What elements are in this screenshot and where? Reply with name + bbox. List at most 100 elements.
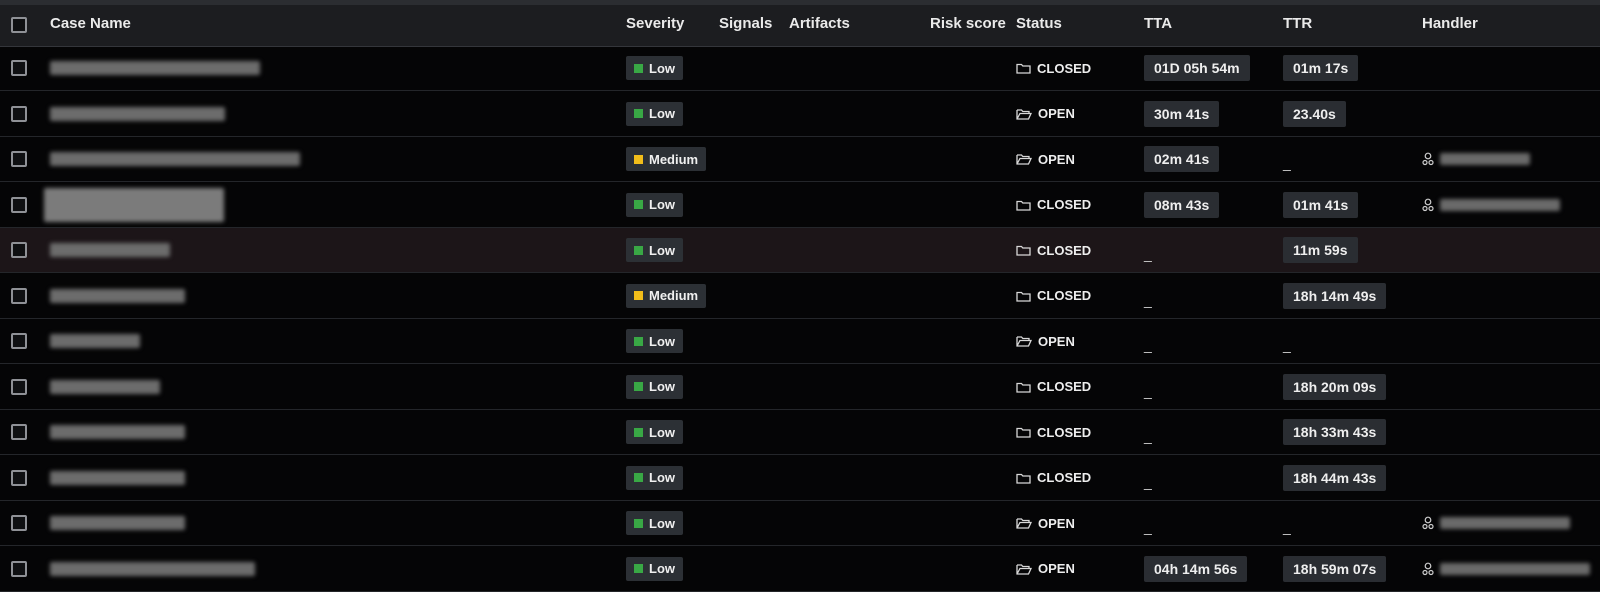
- handler-name-redacted: [1440, 517, 1570, 529]
- row-checkbox[interactable]: [11, 515, 27, 531]
- severity-label: Low: [649, 197, 675, 212]
- severity-color-icon: [634, 291, 643, 300]
- ttr-value: 23.40s: [1283, 100, 1346, 127]
- status-label: OPEN: [1038, 151, 1075, 167]
- col-artifacts[interactable]: Artifacts: [789, 15, 850, 32]
- row-checkbox[interactable]: [11, 242, 27, 258]
- status-label: OPEN: [1038, 515, 1075, 531]
- table-row[interactable]: Medium CLOSED _ 18h 14m 49s: [0, 274, 1600, 319]
- table-row[interactable]: Low OPEN _ _: [0, 501, 1600, 546]
- handler[interactable]: [1422, 516, 1570, 530]
- handler[interactable]: [1422, 562, 1590, 576]
- table-row[interactable]: Low CLOSED _ 18h 33m 43s: [0, 410, 1600, 455]
- row-checkbox[interactable]: [11, 287, 27, 304]
- table-row[interactable]: Low OPEN _ _: [0, 319, 1600, 364]
- table-row[interactable]: Low CLOSED 08m 43s 01m 41s: [0, 183, 1600, 228]
- table-row[interactable]: Low CLOSED 01D 05h 54m 01m 17s: [0, 46, 1600, 91]
- table-row[interactable]: Low OPEN 04h 14m 56s 18h 59m 07s: [0, 547, 1600, 592]
- severity-label: Low: [649, 470, 675, 485]
- table-row[interactable]: Low CLOSED _ 11m 59s: [0, 228, 1600, 273]
- col-status[interactable]: Status: [1016, 15, 1062, 32]
- table-row[interactable]: Low CLOSED _ 18h 44m 43s: [0, 456, 1600, 501]
- severity-label: Medium: [649, 288, 699, 303]
- case-name-redacted[interactable]: [50, 319, 140, 363]
- status-indicator: CLOSED: [1016, 470, 1091, 485]
- table-row[interactable]: Low OPEN 30m 41s 23.40s: [0, 92, 1600, 137]
- status-indicator: CLOSED: [1016, 425, 1091, 440]
- row-checkbox[interactable]: [11, 105, 27, 122]
- col-risk-score[interactable]: Risk score: [930, 15, 1006, 32]
- user-icon: [1422, 516, 1434, 530]
- ttr-value: _: [1283, 337, 1291, 353]
- status-indicator: OPEN: [1016, 561, 1075, 576]
- folder-closed-icon: [1016, 291, 1031, 302]
- tta-value: 02m 41s: [1144, 146, 1220, 172]
- table-row[interactable]: Medium OPEN 02m 41s _: [0, 137, 1600, 182]
- case-name-redacted[interactable]: [50, 547, 255, 591]
- severity-badge: Low: [626, 329, 683, 353]
- folder-open-icon: [1016, 518, 1032, 529]
- status-label: CLOSED: [1037, 424, 1092, 440]
- user-icon: [1422, 198, 1434, 211]
- severity-badge: Medium: [626, 147, 707, 171]
- col-case-name[interactable]: Case Name: [50, 15, 131, 32]
- case-name-redacted[interactable]: [50, 228, 170, 272]
- folder-open-icon: [1016, 563, 1032, 575]
- severity-label: Low: [649, 561, 675, 576]
- severity-color-icon: [634, 518, 643, 528]
- status-indicator: OPEN: [1016, 334, 1075, 349]
- table-row[interactable]: Low CLOSED _ 18h 20m 09s: [0, 365, 1600, 410]
- severity-badge: Low: [626, 556, 683, 581]
- ttr-value: 18h 59m 07s: [1283, 555, 1387, 582]
- col-signals[interactable]: Signals: [719, 15, 772, 32]
- table-header: Case Name Severity Signals Artifacts Ris…: [0, 5, 1600, 47]
- folder-closed-icon: [1016, 473, 1031, 484]
- row-checkbox[interactable]: [11, 424, 27, 440]
- case-name-redacted[interactable]: [50, 501, 185, 545]
- handler[interactable]: [1422, 198, 1560, 212]
- col-severity[interactable]: Severity: [626, 15, 684, 32]
- case-name-redacted[interactable]: [44, 183, 224, 227]
- case-name-redacted[interactable]: [50, 92, 225, 136]
- ttr-value: 01m 17s: [1283, 55, 1359, 81]
- severity-badge: Low: [626, 374, 683, 399]
- severity-label: Low: [649, 60, 675, 76]
- tta-value: _: [1144, 291, 1152, 308]
- tta-value: 01D 05h 54m: [1144, 55, 1250, 81]
- ttr-value: 01m 41s: [1283, 191, 1359, 218]
- row-checkbox[interactable]: [11, 469, 27, 486]
- case-name-redacted[interactable]: [50, 137, 300, 181]
- status-label: CLOSED: [1037, 470, 1092, 485]
- col-handler[interactable]: Handler: [1422, 15, 1478, 32]
- row-checkbox[interactable]: [11, 196, 27, 213]
- case-name-redacted[interactable]: [50, 274, 185, 318]
- status-label: OPEN: [1038, 106, 1075, 121]
- select-all-checkbox[interactable]: [11, 17, 27, 33]
- case-name-redacted[interactable]: [50, 46, 260, 90]
- col-tta[interactable]: TTA: [1144, 15, 1172, 32]
- tta-value: _: [1144, 519, 1152, 535]
- case-name-redacted[interactable]: [50, 365, 160, 409]
- col-ttr[interactable]: TTR: [1283, 15, 1312, 32]
- ttr-value: 18h 20m 09s: [1283, 373, 1387, 400]
- handler-name-redacted: [1440, 562, 1590, 575]
- severity-color-icon: [634, 427, 643, 437]
- severity-label: Low: [649, 106, 675, 121]
- row-checkbox[interactable]: [11, 151, 27, 167]
- status-indicator: OPEN: [1016, 152, 1075, 167]
- row-checkbox[interactable]: [11, 333, 27, 349]
- handler[interactable]: [1422, 152, 1530, 166]
- severity-color-icon: [634, 473, 643, 482]
- ttr-value: 18h 33m 43s: [1283, 419, 1387, 445]
- tta-value: _: [1144, 473, 1152, 490]
- folder-closed-icon: [1016, 200, 1031, 211]
- folder-open-icon: [1016, 154, 1032, 165]
- row-checkbox[interactable]: [11, 378, 27, 395]
- status-label: CLOSED: [1037, 288, 1092, 303]
- row-checkbox[interactable]: [11, 60, 27, 76]
- case-name-redacted[interactable]: [50, 410, 185, 454]
- ttr-value: 18h 44m 43s: [1283, 464, 1387, 491]
- status-indicator: OPEN: [1016, 516, 1075, 531]
- row-checkbox[interactable]: [11, 560, 27, 577]
- case-name-redacted[interactable]: [50, 456, 185, 500]
